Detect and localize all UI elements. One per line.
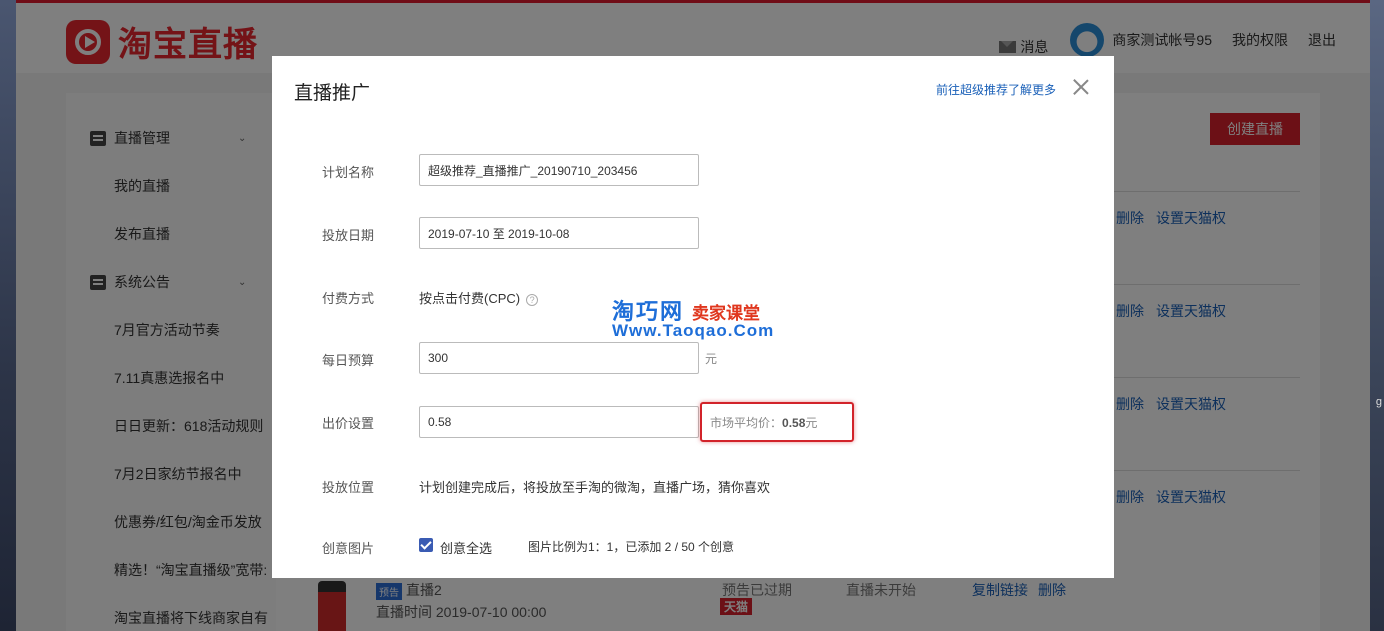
bid-input[interactable] xyxy=(419,406,699,438)
pay-method-label: 付费方式 xyxy=(322,291,375,306)
date-range-input[interactable] xyxy=(419,217,699,249)
watermark-url: Www.Taoqao.Com xyxy=(612,321,775,340)
select-all-checkbox[interactable] xyxy=(419,538,433,552)
position-label: 投放位置 xyxy=(322,480,375,495)
pay-method-value: 按点击付费(CPC)? xyxy=(419,288,539,307)
position-value: 计划创建完成后，将投放至手淘的微淘，直播广场，猜你喜欢 xyxy=(419,480,771,495)
select-all-label[interactable]: 创意全选 xyxy=(440,538,492,557)
live-promotion-dialog: 直播推广 前往超级推荐了解更多 计划名称 投放日期 付费方式 按点击付费(CPC… xyxy=(272,56,1114,578)
daily-budget-input[interactable] xyxy=(419,342,699,374)
budget-unit: 元 xyxy=(705,352,718,366)
market-average-price: 市场平均价：0.58元 xyxy=(710,414,817,431)
date-label: 投放日期 xyxy=(322,228,375,243)
pay-method-text: 按点击付费(CPC) xyxy=(419,291,521,306)
plan-name-label: 计划名称 xyxy=(322,165,375,180)
plan-name-input[interactable] xyxy=(419,154,699,186)
desktop-text-fragment: g xyxy=(1375,396,1382,408)
avg-price-value: 0.58 xyxy=(782,416,806,430)
close-icon[interactable] xyxy=(1072,78,1090,96)
dialog-title: 直播推广 xyxy=(294,83,371,104)
creative-ratio-text: 图片比例为1：1，已添加 2 / 50 个创意 xyxy=(528,540,735,554)
question-icon[interactable]: ? xyxy=(526,293,539,306)
desktop-left-edge xyxy=(0,0,16,631)
avg-price-unit: 元 xyxy=(805,416,818,430)
market-average-highlight: 市场平均价：0.58元 xyxy=(700,402,854,442)
creative-label: 创意图片 xyxy=(322,541,375,556)
daily-budget-label: 每日预算 xyxy=(322,353,375,368)
desktop-right-edge: g xyxy=(1370,0,1384,631)
avg-price-prefix: 市场平均价： xyxy=(710,416,783,430)
bid-label: 出价设置 xyxy=(322,416,375,431)
super-recommend-link[interactable]: 前往超级推荐了解更多 xyxy=(936,81,1056,98)
